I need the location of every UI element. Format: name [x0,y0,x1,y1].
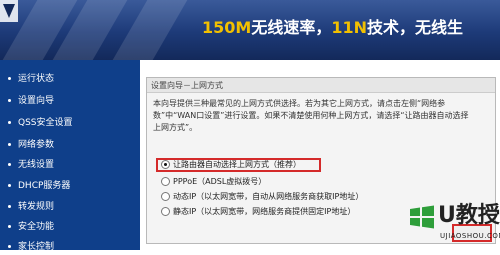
sidebar-item-forwarding[interactable]: 转发规则 [8,199,54,215]
bullet-icon [8,99,11,102]
brand-logo-fragment [0,0,18,22]
sidebar-item-label: DHCP服务器 [18,181,71,191]
radio-icon[interactable] [161,192,170,201]
sidebar-item-label: 家长控制 [18,242,55,252]
banner-slogan: 150M无线速率，11N技术，无线生 [202,15,463,41]
bullet-icon [8,184,11,187]
watermark-brand: U教授 [438,203,500,228]
sidebar-item-label: 安全功能 [18,222,55,232]
option-label: PPPoE（ADSL虚拟拨号） [173,177,267,186]
sidebar-item-label: 运行状态 [18,74,55,84]
sidebar-item-security[interactable]: 安全功能 [8,219,54,235]
slogan-text-c: 无线生 [415,18,464,37]
panel-description: 本向导提供三种最常见的上网方式供选择。若为其它上网方式，请点击左侧“网络参数”中… [153,99,469,132]
slogan-text-b: 技术， [367,18,416,37]
bullet-icon [8,163,11,166]
option-pppoe[interactable]: PPPoE（ADSL虚拟拨号） [161,176,266,188]
sidebar-item-label: 网络参数 [18,140,55,150]
radio-icon[interactable] [161,177,170,186]
watermark-site: UJIAOSHOU.COM [440,232,500,240]
bullet-icon [8,245,11,248]
sidebar-item-status[interactable]: 运行状态 [8,71,54,87]
sidebar-item-label: 设置向导 [18,96,55,106]
panel-title: 设置向导－上网方式 [147,78,495,93]
sidebar-item-label: 无线设置 [18,160,55,170]
option-auto[interactable]: 让路由器自动选择上网方式（推荐） [161,159,301,171]
watermark: U教授 UJIAOSHOU.COM [408,200,500,250]
option-label: 静态IP（以太网宽带，网络服务商提供固定IP地址） [173,207,356,216]
bullet-icon [8,77,11,80]
option-label: 让路由器自动选择上网方式（推荐） [173,160,301,169]
bullet-icon [8,143,11,146]
sidebar-item-dhcp[interactable]: DHCP服务器 [8,178,70,194]
sidebar-menu: 运行状态 设置向导 QSS安全设置 网络参数 无线设置 DHCP服务器 转发规则… [0,60,140,252]
header-banner: 150M无线速率，11N技术，无线生 [0,0,500,60]
windows-logo-icon [410,205,434,229]
sidebar-item-label: QSS安全设置 [18,118,73,128]
bullet-icon [8,121,11,124]
slogan-speed: 150M [202,18,252,37]
option-label: 动态IP（以太网宽带，自动从网络服务商获取IP地址） [173,192,364,201]
bullet-icon [8,205,11,208]
sidebar-item-wireless[interactable]: 无线设置 [8,157,54,173]
option-static-ip[interactable]: 静态IP（以太网宽带，网络服务商提供固定IP地址） [161,206,355,218]
sidebar-item-network[interactable]: 网络参数 [8,137,54,153]
sidebar-item-parental[interactable]: 家长控制 [8,239,54,255]
option-dynamic-ip[interactable]: 动态IP（以太网宽带，自动从网络服务商获取IP地址） [161,191,363,203]
sidebar-item-wizard[interactable]: 设置向导 [8,93,54,109]
banner-stripe [112,0,188,60]
bullet-icon [8,225,11,228]
radio-icon[interactable] [161,207,170,216]
radio-selected-icon[interactable] [161,160,170,169]
slogan-tech: 11N [331,18,367,37]
slogan-text-a: 无线速率， [251,18,332,37]
sidebar-item-label: 转发规则 [18,202,55,212]
sidebar-item-qss[interactable]: QSS安全设置 [8,115,73,131]
